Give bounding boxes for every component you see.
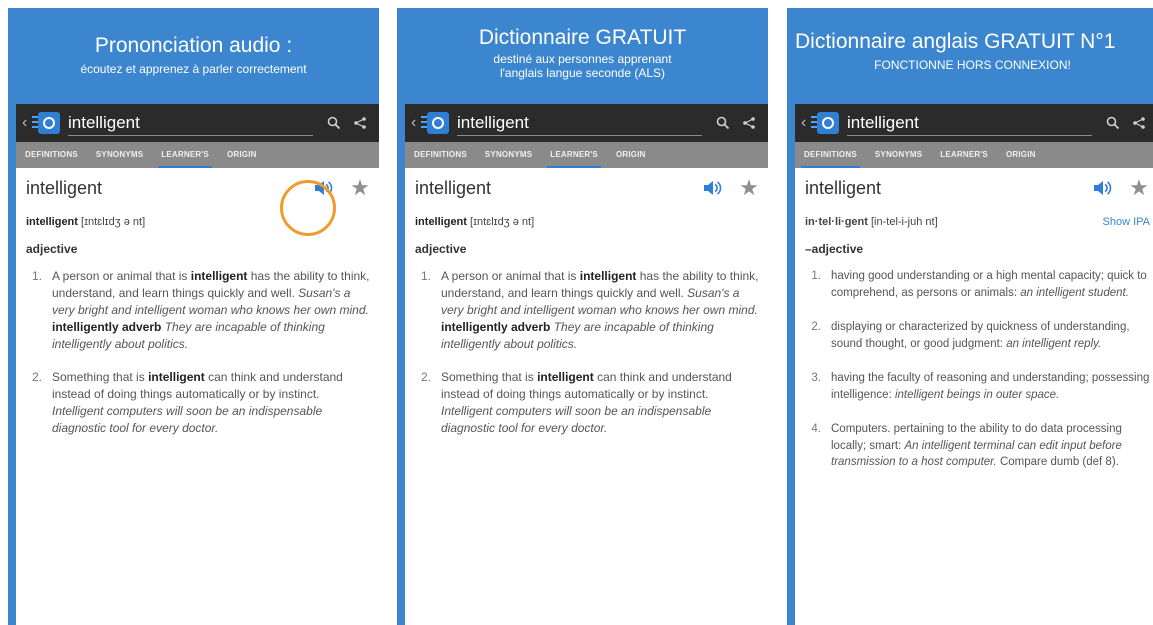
app-bar: ‹ intelligent — [795, 104, 1153, 142]
tab-bar: DEFINITIONS SYNONYMS LEARNER'S ORIGIN — [405, 142, 768, 168]
app-logo-icon — [421, 111, 451, 135]
pronunciation-ipa: [ɪntɛlɪdʒ ə nt] — [81, 216, 146, 228]
tab-definitions[interactable]: DEFINITIONS — [16, 142, 87, 168]
list-item: 1. A person or animal that is intelligen… — [420, 269, 759, 351]
highlight-ring — [280, 180, 336, 236]
speaker-icon[interactable] — [700, 176, 724, 200]
tab-synonyms[interactable]: SYNONYMS — [87, 142, 152, 168]
tab-synonyms[interactable]: SYNONYMS — [866, 142, 931, 168]
tab-definitions[interactable]: DEFINITIONS — [405, 142, 476, 168]
tab-synonyms[interactable]: SYNONYMS — [476, 142, 541, 168]
screenshot-panel-2: Dictionnaire GRATUIT destiné aux personn… — [397, 8, 768, 625]
back-icon[interactable]: ‹ — [801, 114, 811, 132]
list-item: 2. displaying or characterized by quickn… — [811, 321, 1130, 350]
list-item: 2. Something that is intelligent can thi… — [31, 370, 343, 435]
promo-subtitle-line-1: destiné aux personnes apprenant — [493, 52, 672, 66]
promo-banner: Dictionnaire GRATUIT destiné aux personn… — [397, 8, 768, 104]
pronunciation-respelling: [in-tel-i-juh nt] — [871, 216, 938, 228]
phone-screen: ‹ intelligent DEFINITIONS SYNONYMS LEARN… — [16, 104, 379, 625]
search-icon[interactable] — [710, 110, 736, 136]
share-icon[interactable] — [736, 110, 762, 136]
pronunciation-ipa: [ɪntɛlɪdʒ ə nt] — [470, 216, 535, 228]
search-icon[interactable] — [321, 110, 347, 136]
tab-bar: DEFINITIONS SYNONYMS LEARNER'S ORIGIN — [16, 142, 379, 168]
headword: intelligent — [415, 177, 492, 198]
show-ipa-link[interactable]: Show IPA — [1103, 216, 1151, 228]
promo-subtitle: FONCTIONNE HORS CONNEXION! — [874, 58, 1071, 72]
definition-list: 1. A person or animal that is intelligen… — [26, 268, 371, 437]
search-input[interactable]: intelligent — [68, 110, 313, 136]
definition-list: 1. A person or animal that is intelligen… — [415, 268, 760, 437]
app-bar: ‹ intelligent — [405, 104, 768, 142]
list-item: 2. Something that is intelligent can thi… — [420, 370, 732, 435]
app-logo-icon — [811, 111, 841, 135]
search-input[interactable]: intelligent — [457, 110, 702, 136]
search-input[interactable]: intelligent — [847, 110, 1092, 136]
tab-bar: DEFINITIONS SYNONYMS LEARNER'S ORIGIN — [795, 142, 1153, 168]
pronunciation: intelligent [ɪntɛlɪdʒ ə nt] — [415, 216, 760, 228]
pronunciation-word: intelligent — [415, 216, 467, 228]
pronunciation: in·tel·li·gent [in-tel-i-juh nt] Show IP… — [805, 216, 1150, 228]
app-logo-icon — [32, 111, 62, 135]
share-icon[interactable] — [1126, 110, 1152, 136]
part-of-speech: adjective — [415, 242, 467, 256]
promo-title: Prononciation audio : — [94, 34, 293, 57]
screenshot-panel-1: Prononciation audio : écoutez et apprene… — [8, 8, 379, 625]
pronunciation-word: intelligent — [26, 216, 78, 228]
list-item: 3. having the faculty of reasoning and u… — [811, 372, 1150, 401]
headword-row: intelligent ★ — [415, 174, 760, 202]
speaker-icon[interactable] — [1090, 176, 1114, 200]
tab-learners[interactable]: LEARNER'S — [931, 142, 997, 168]
tab-origin[interactable]: ORIGIN — [607, 142, 655, 168]
headword: intelligent — [805, 177, 882, 198]
star-icon[interactable]: ★ — [1128, 177, 1150, 199]
tab-origin[interactable]: ORIGIN — [218, 142, 266, 168]
promo-banner: Prononciation audio : écoutez et apprene… — [8, 8, 379, 104]
list-item: 1. having good understanding or a high m… — [811, 270, 1147, 299]
share-icon[interactable] — [347, 110, 373, 136]
tab-definitions[interactable]: DEFINITIONS — [795, 142, 866, 168]
list-item: 1. A person or animal that is intelligen… — [31, 269, 370, 351]
headword-row: intelligent ★ — [805, 174, 1150, 202]
promo-title: Dictionnaire anglais GRATUIT N°1 — [795, 30, 1116, 53]
app-bar: ‹ intelligent — [16, 104, 379, 142]
definition-content: intelligent ★ intelligent [ɪntɛlɪdʒ ə nt… — [405, 168, 768, 437]
search-icon[interactable] — [1100, 110, 1126, 136]
phone-screen: ‹ intelligent DEFINITIONS SYNONYMS LEARN… — [795, 104, 1153, 625]
headword: intelligent — [26, 177, 103, 198]
star-icon[interactable]: ★ — [349, 177, 371, 199]
back-icon[interactable]: ‹ — [22, 114, 32, 132]
tab-origin[interactable]: ORIGIN — [997, 142, 1045, 168]
tab-learners[interactable]: LEARNER'S — [152, 142, 218, 168]
part-of-speech: adjective — [26, 242, 78, 256]
promo-subtitle: écoutez et apprenez à parler correctemen… — [80, 62, 307, 76]
list-item: 4. Computers. pertaining to the ability … — [811, 423, 1122, 468]
definition-list: 1. having good understanding or a high m… — [805, 268, 1150, 471]
phone-screen: ‹ intelligent DEFINITIONS SYNONYMS LEARN… — [405, 104, 768, 625]
back-icon[interactable]: ‹ — [411, 114, 421, 132]
star-icon[interactable]: ★ — [738, 177, 760, 199]
part-of-speech: –adjective — [805, 242, 864, 256]
promo-title: Dictionnaire GRATUIT — [478, 26, 687, 49]
pronunciation-word: in·tel·li·gent — [805, 216, 868, 228]
tab-learners[interactable]: LEARNER'S — [541, 142, 607, 168]
promo-banner: Dictionnaire anglais GRATUIT N°1 FONCTIO… — [787, 8, 1153, 104]
promo-subtitle-line-2: l'anglais langue seconde (ALS) — [499, 66, 666, 80]
definition-content: intelligent ★ in·tel·li·gent [in-tel-i-j… — [795, 168, 1153, 471]
screenshot-panel-3: Dictionnaire anglais GRATUIT N°1 FONCTIO… — [787, 8, 1153, 625]
